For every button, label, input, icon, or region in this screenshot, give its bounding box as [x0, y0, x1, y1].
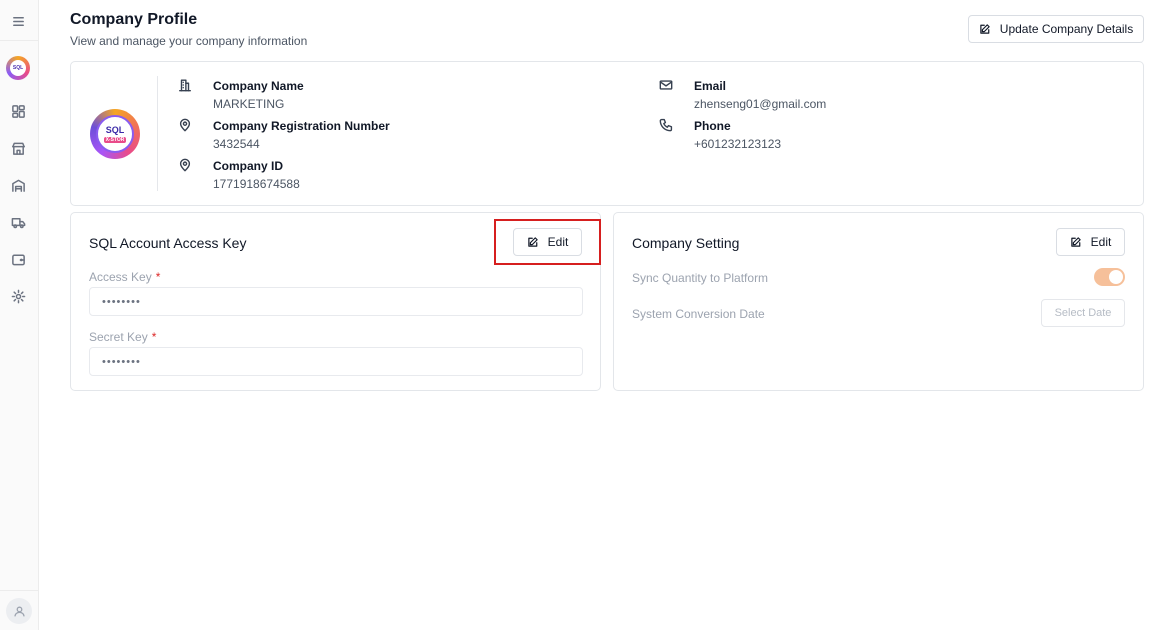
company-logo-subtext: X-STOR: [103, 136, 127, 143]
company-id-value: 1771918674588: [213, 177, 300, 191]
secret-key-label: Secret Key *: [89, 330, 157, 344]
company-logo: SQL X-STOR: [90, 109, 140, 159]
conversion-date-label: System Conversion Date: [632, 307, 765, 321]
sidebar-divider: [0, 590, 39, 591]
email-value: zhenseng01@gmail.com: [694, 97, 827, 111]
access-key-label: Access Key *: [89, 270, 161, 284]
user-icon: [13, 606, 25, 616]
warehouse-icon[interactable]: [9, 176, 27, 194]
page-subtitle: View and manage your company information: [70, 34, 308, 48]
edit-icon: [1070, 237, 1081, 247]
email-label: Email: [694, 79, 727, 93]
registration-number-label: Company Registration Number: [213, 119, 390, 133]
profile-divider: [157, 76, 158, 191]
phone-icon: [659, 118, 675, 134]
page-title: Company Profile: [70, 11, 198, 28]
phone-value: +601232123123: [694, 137, 782, 151]
mail-icon: [659, 78, 675, 94]
location-pin-icon: [178, 118, 194, 134]
company-setting-edit-label: Edit: [1090, 235, 1112, 249]
company-logo-text: SQL: [105, 124, 125, 135]
update-company-details-button[interactable]: Update Company Details: [968, 15, 1144, 43]
toggle-knob: [1109, 270, 1123, 284]
location-pin-icon: [178, 158, 194, 174]
gear-icon[interactable]: [9, 287, 27, 305]
sync-quantity-label: Sync Quantity to Platform: [632, 271, 769, 285]
company-name-label: Company Name: [213, 79, 304, 93]
sql-access-key-title: SQL Account Access Key: [89, 235, 247, 251]
update-button-label: Update Company Details: [999, 22, 1134, 36]
building-icon: [178, 78, 194, 94]
company-profile-card: SQL X-STOR Company Name MARKETING Compan…: [70, 61, 1144, 206]
sidebar-logo[interactable]: SQL: [6, 56, 30, 80]
required-mark: *: [151, 330, 157, 344]
secret-key-input[interactable]: ••••••••: [89, 347, 583, 376]
truck-icon[interactable]: [9, 213, 27, 231]
select-date-button[interactable]: Select Date: [1041, 299, 1125, 327]
company-setting-edit-button[interactable]: Edit: [1056, 228, 1125, 256]
phone-label: Phone: [694, 119, 731, 133]
store-icon[interactable]: [9, 139, 27, 157]
edit-icon: [980, 24, 990, 34]
sidebar-header: [0, 0, 39, 41]
sidebar-logo-text: SQL: [10, 60, 26, 76]
company-name-value: MARKETING: [213, 97, 285, 111]
sidebar: SQL: [0, 0, 39, 630]
registration-number-value: 3432544: [213, 137, 260, 151]
wallet-icon[interactable]: [9, 250, 27, 268]
company-setting-title: Company Setting: [632, 235, 740, 251]
menu-icon[interactable]: [9, 12, 27, 30]
sync-quantity-toggle[interactable]: [1094, 268, 1125, 286]
edit-button-highlight: [494, 219, 601, 265]
required-mark: *: [155, 270, 161, 284]
company-id-label: Company ID: [213, 159, 284, 173]
user-avatar[interactable]: [6, 598, 32, 624]
access-key-input[interactable]: ••••••••: [89, 287, 583, 316]
dashboard-icon[interactable]: [9, 102, 27, 120]
